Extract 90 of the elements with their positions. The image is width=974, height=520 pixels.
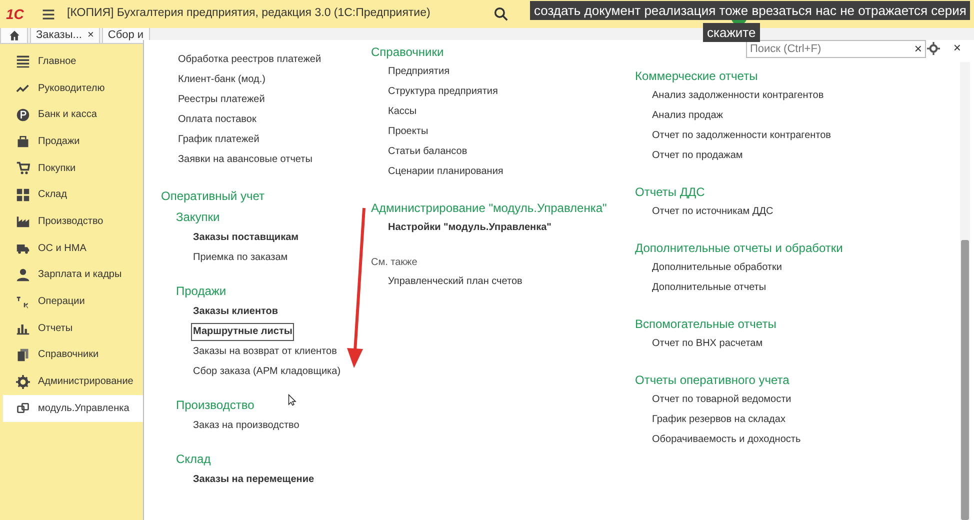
group-heading: Склад xyxy=(176,452,211,466)
tab[interactable]: Заказы... × xyxy=(30,27,100,43)
menu-link[interactable]: Заказы клиентов xyxy=(191,303,280,321)
sidebar-item[interactable]: Операции xyxy=(0,288,143,315)
scrollbar-thumb[interactable] xyxy=(961,240,969,520)
sidebar-item[interactable]: Склад xyxy=(0,181,143,208)
sidebar-item[interactable]: Зарплата и кадры xyxy=(0,262,143,288)
sidebar-item[interactable]: Администрирование xyxy=(0,368,143,395)
group-heading: Продажи xyxy=(176,284,226,298)
menu-link[interactable]: Анализ задолженности контрагентов xyxy=(650,87,826,105)
sidebar-item[interactable]: Продажи xyxy=(0,128,143,155)
bag-icon xyxy=(16,134,30,148)
menu-link[interactable]: Приемка по заказам xyxy=(191,249,290,267)
menu-link[interactable]: Заказ на производство xyxy=(191,417,302,435)
window-title: [КОПИЯ] Бухгалтерия предприятия, редакция 3.0 (1С:Предприятие) xyxy=(67,6,430,22)
video-caption: скажите xyxy=(703,23,760,42)
menu-link[interactable]: Анализ продаж xyxy=(650,107,725,125)
coin-icon xyxy=(16,108,30,122)
menu-link[interactable]: Сбор заказа (АРМ кладовщика) xyxy=(191,363,343,381)
menu-link[interactable]: Маршрутные листы xyxy=(191,323,294,341)
video-caption: создать документ реализация тоже врезаться нас не отражается серия xyxy=(530,1,970,20)
books-icon xyxy=(16,348,30,362)
section-heading: Дополнительные отчеты и обработки xyxy=(635,241,843,255)
clear-button[interactable]: × xyxy=(911,42,925,56)
menu-link[interactable]: График резервов на складах xyxy=(650,411,788,429)
factory-icon xyxy=(16,214,30,228)
logo: 1С xyxy=(6,4,25,24)
menu-link[interactable]: Клиент-банк (мод.) xyxy=(176,71,268,89)
sidebar-item[interactable]: Главное xyxy=(0,48,143,75)
menu-link[interactable]: Дополнительные обработки xyxy=(650,259,784,277)
close-button[interactable]: × xyxy=(950,41,964,55)
sidebar-item[interactable]: ОС и НМА xyxy=(0,234,143,262)
list-icon xyxy=(16,54,30,68)
menu-link[interactable]: Кассы xyxy=(386,103,419,121)
menu-link[interactable]: Отчет по задолженности контрагентов xyxy=(650,127,833,145)
ledger-icon xyxy=(16,294,30,309)
search-field[interactable]: Поиск (Ctrl+F) × xyxy=(746,40,926,58)
section-heading: Отчеты ДДС xyxy=(635,185,705,199)
tab[interactable]: Сбор и xyxy=(102,27,150,43)
tab-close-button[interactable]: × xyxy=(87,28,94,43)
see-also-label: См. также xyxy=(371,257,418,268)
section-heading: Справочники xyxy=(371,45,444,59)
tab-label[interactable]: Сбор и xyxy=(108,28,144,43)
menu-link[interactable]: Оплата поставок xyxy=(176,111,258,129)
menu-link[interactable]: Обработка реестров платежей xyxy=(176,51,324,69)
link-icon xyxy=(16,401,30,416)
tab-label[interactable]: Заказы... xyxy=(36,28,82,43)
settings-icon xyxy=(16,374,30,389)
menu-link[interactable]: Статьи балансов xyxy=(386,143,470,161)
sidebar-item[interactable]: Банк и касса xyxy=(0,101,143,128)
cart-icon xyxy=(16,161,30,176)
scrollbar[interactable] xyxy=(960,62,970,520)
menu-link[interactable]: Управленческий план счетов xyxy=(386,273,524,291)
menu-link[interactable]: Проекты xyxy=(386,123,430,141)
section-heading: Оперативный учет xyxy=(161,189,264,203)
section-heading: Администрирование "модуль.Управленка" xyxy=(371,201,607,215)
sidebar-item[interactable]: модуль.Управленка xyxy=(3,394,143,422)
sidebar-item[interactable]: Производство xyxy=(0,208,143,235)
sidebar-item[interactable]: Справочники xyxy=(0,342,143,368)
sidebar-item[interactable]: Руководителю xyxy=(0,74,143,102)
menu-link[interactable]: Дополнительные отчеты xyxy=(650,279,768,297)
sidebar-item[interactable]: Отчеты xyxy=(0,314,143,342)
menu-link[interactable]: Предприятия xyxy=(386,63,452,81)
grid-icon xyxy=(16,188,30,202)
menu-link[interactable]: Отчет по источникам ДДС xyxy=(650,203,776,221)
menu-link[interactable]: Отчет по товарной ведомости xyxy=(650,391,794,409)
home-button[interactable] xyxy=(0,27,28,43)
search-icon[interactable] xyxy=(494,7,508,21)
menu-link[interactable]: Отчет по продажам xyxy=(650,147,745,165)
menu-link[interactable]: Реестры платежей xyxy=(176,91,267,109)
home-icon xyxy=(8,30,20,41)
menu-link[interactable]: Заказы на возврат от клиентов xyxy=(191,343,339,361)
person-icon xyxy=(16,268,30,282)
menu-link[interactable]: Отчет по ВНХ расчетам xyxy=(650,335,765,353)
group-heading: Производство xyxy=(176,398,254,412)
menu-icon[interactable] xyxy=(42,8,55,20)
menu-link[interactable]: Заказы на перемещение xyxy=(191,471,316,489)
section-heading: Отчеты оперативного учета xyxy=(635,373,790,387)
menu-link[interactable]: График платежей xyxy=(176,131,262,149)
section-heading: Вспомогательные отчеты xyxy=(635,317,776,331)
sidebar-item[interactable]: Покупки xyxy=(0,154,143,182)
menu-link[interactable]: Заказы поставщикам xyxy=(191,229,301,247)
menu-link[interactable]: Структура предприятия xyxy=(386,83,500,101)
menu-link[interactable]: Оборачиваемость и доходность xyxy=(650,431,803,449)
settings-icon[interactable] xyxy=(927,42,940,55)
menu-link[interactable]: Настройки "модуль.Управленка" xyxy=(386,219,554,237)
section-heading: Коммерческие отчеты xyxy=(635,69,758,83)
group-heading: Закупки xyxy=(176,210,220,224)
menu-link[interactable]: Сценарии планирования xyxy=(386,163,506,181)
menu-link[interactable]: Заявки на авансовые отчеты xyxy=(176,151,314,169)
